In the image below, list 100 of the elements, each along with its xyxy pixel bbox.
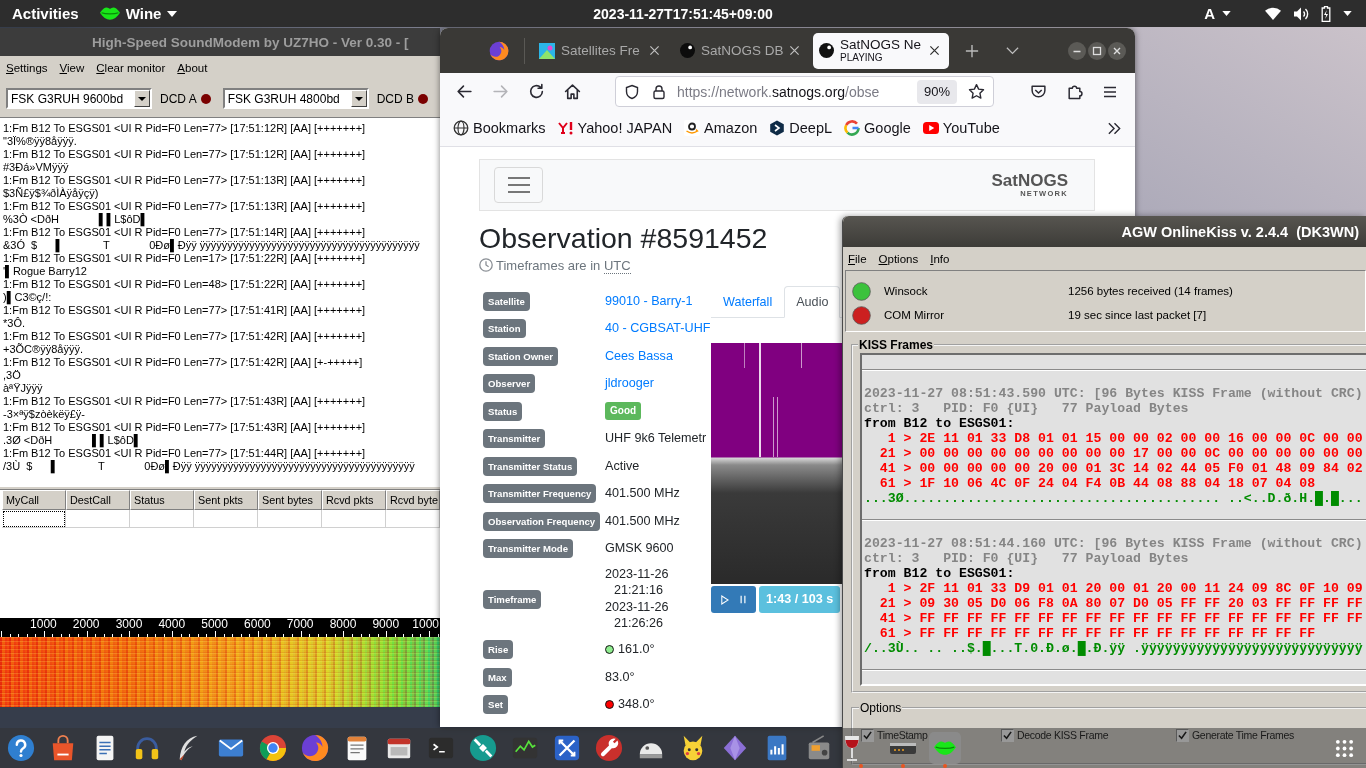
menu-item[interactable]: View bbox=[59, 62, 85, 74]
menu-item[interactable]: About bbox=[177, 62, 208, 74]
chevron-down-icon[interactable] bbox=[1006, 46, 1019, 55]
value-link[interactable]: Cees Bassa bbox=[605, 348, 673, 363]
monitor-line: 1:Fm B12 To ESGS01 <UI R Pid=F0 Len=77> [17:51:42R] [AA] [+++++++] bbox=[3, 330, 366, 343]
table-cell[interactable] bbox=[194, 510, 258, 528]
wrench-icon[interactable] bbox=[595, 734, 623, 762]
monitor-line: 1:Fm B12 To ESGS01 <UI R Pid=F0 Len=77> [17:51:13R] [AA] [+++++++] bbox=[3, 200, 366, 213]
frame-info: ctrl: 3 PID: F0 {UI} 77 Payload Bytes bbox=[864, 551, 1189, 566]
menu-item[interactable]: Settings bbox=[6, 62, 48, 74]
wifi-icon[interactable] bbox=[1265, 7, 1281, 20]
dropdown-button[interactable] bbox=[350, 90, 367, 107]
star-icon[interactable] bbox=[968, 83, 985, 100]
menu-item[interactable]: Clear monitor bbox=[96, 62, 166, 74]
close-icon[interactable] bbox=[1108, 41, 1126, 60]
column-header[interactable]: Rcvd byte bbox=[386, 490, 440, 510]
segmented-circle-icon[interactable] bbox=[259, 734, 287, 762]
menu-item[interactable]: File bbox=[848, 252, 867, 265]
value-link[interactable]: jldrooger bbox=[605, 376, 654, 391]
satellite-icon[interactable] bbox=[469, 734, 497, 762]
minimize-icon[interactable] bbox=[1068, 41, 1086, 60]
fox-globe-icon[interactable] bbox=[489, 40, 509, 61]
back-icon[interactable] bbox=[455, 83, 473, 100]
monitor-line: &3Ó $ ▌ T 0Ðø▌Ðÿÿ ÿÿÿÿÿÿÿÿÿÿÿÿÿÿÿÿÿÿÿÿÿÿÿÿÿÿÿÿÿÿÿÿÿÿÿÿÿÿÿÿ bbox=[3, 239, 420, 252]
monitor-line: -3×ªÿ$zòèkëÿ£ÿ- bbox=[3, 408, 86, 421]
value-link[interactable]: 40 - CGBSAT-UHF bbox=[605, 321, 711, 336]
column-header[interactable]: Sent pkts bbox=[194, 490, 258, 510]
dropdown-button[interactable] bbox=[134, 90, 150, 107]
frequency-label: 9000 bbox=[372, 617, 400, 631]
crossed-arrows-icon[interactable] bbox=[553, 734, 581, 762]
modem-icon[interactable] bbox=[889, 741, 917, 755]
fox-globe-icon[interactable] bbox=[301, 734, 329, 762]
mode-dropdown[interactable]: FSK G3RUH 4800bd bbox=[222, 88, 369, 109]
frame-info: ctrl: 3 PID: F0 {UI} 77 Payload Bytes bbox=[864, 401, 1189, 416]
help-icon[interactable] bbox=[7, 734, 35, 762]
column-header[interactable]: Rcvd pkts bbox=[322, 490, 386, 510]
clock[interactable]: 2023-11-27T17:51:45+09:00 bbox=[593, 5, 773, 22]
close-icon[interactable] bbox=[789, 45, 800, 56]
table-cell[interactable] bbox=[322, 510, 386, 528]
column-header[interactable]: Sent bytes bbox=[258, 490, 322, 510]
close-icon[interactable] bbox=[929, 45, 940, 56]
home-icon[interactable] bbox=[563, 83, 581, 100]
play-pause-button[interactable] bbox=[711, 586, 756, 613]
menu-item[interactable]: Info bbox=[930, 252, 950, 265]
checkbox[interactable] bbox=[861, 728, 874, 742]
gem-icon[interactable] bbox=[721, 734, 749, 762]
double-chevron-icon[interactable] bbox=[1107, 120, 1122, 136]
maximize-icon[interactable] bbox=[1088, 41, 1106, 60]
plus-icon[interactable] bbox=[965, 43, 979, 58]
field-label: Satellite bbox=[483, 291, 530, 311]
bookmark-link[interactable]: Yahoo! JAPAN bbox=[557, 120, 673, 136]
browser-tab[interactable]: Satellites Fre bbox=[539, 32, 666, 69]
mode-dropdown[interactable]: FSK G3RUH 9600bd bbox=[6, 88, 152, 109]
media-tab[interactable]: Waterfall bbox=[711, 286, 785, 318]
lock-icon[interactable] bbox=[651, 83, 667, 100]
table-cell[interactable] bbox=[130, 510, 194, 528]
close-icon[interactable] bbox=[649, 45, 660, 56]
bookmark-link[interactable]: YouTube bbox=[922, 120, 1000, 136]
battery-icon[interactable] bbox=[1321, 5, 1331, 22]
field-value: 161.0° bbox=[618, 642, 655, 657]
menu-button[interactable] bbox=[494, 167, 543, 203]
led-icon bbox=[418, 93, 428, 104]
table-cell[interactable] bbox=[66, 510, 130, 528]
table-cell[interactable] bbox=[258, 510, 322, 528]
bookmark-link[interactable]: DeepL bbox=[769, 120, 833, 136]
menu-item[interactable]: Options bbox=[878, 252, 919, 265]
monitor-line: 1:Fm B12 To ESGS01 <UI R Pid=F0 Len=77> [17:51:12R] [AA] [+++++++] bbox=[3, 122, 366, 135]
puzzle-piece-icon[interactable] bbox=[1066, 83, 1083, 100]
activities-button[interactable]: Activities bbox=[12, 5, 79, 22]
play-logo-icon bbox=[922, 120, 939, 136]
wine-glass-icon[interactable] bbox=[844, 734, 860, 762]
column-header[interactable]: MyCall bbox=[2, 490, 66, 510]
browser-tab[interactable]: SatNOGS DB bbox=[675, 32, 806, 69]
bookmark-link[interactable]: Bookmarks bbox=[453, 120, 546, 136]
zoom-level-button[interactable]: 90% bbox=[916, 79, 957, 104]
column-header[interactable]: Status bbox=[130, 490, 194, 510]
column-header[interactable]: DestCall bbox=[66, 490, 130, 510]
app-grid-icon[interactable] bbox=[1335, 739, 1354, 758]
frame-route: from B12 to ESGS01: bbox=[864, 416, 1015, 431]
checkbox[interactable] bbox=[1001, 728, 1014, 742]
reload-icon[interactable] bbox=[527, 83, 545, 100]
media-tab[interactable]: Audio bbox=[784, 286, 841, 318]
caret-icon bbox=[167, 10, 178, 17]
frequency-label: 7000 bbox=[286, 617, 314, 631]
input-source-button[interactable]: A bbox=[1204, 5, 1231, 22]
address-bar[interactable]: https://network.satnogs.org/obse 90% bbox=[615, 76, 994, 107]
value-link[interactable]: 99010 - Barry-1 bbox=[605, 293, 693, 308]
checkbox[interactable] bbox=[1176, 728, 1189, 742]
app-menu-button[interactable]: Wine bbox=[99, 5, 178, 22]
checkbox-label: Decode KISS Frame bbox=[1017, 728, 1109, 742]
table-cell[interactable] bbox=[2, 510, 66, 528]
bookmark-link[interactable]: Google bbox=[844, 120, 911, 136]
ascii-dump-line: ...3Ø........................................ ..<..D.ð.H.█.█... bbox=[864, 491, 1363, 506]
chevron-shield-icon[interactable] bbox=[1030, 83, 1047, 100]
caret-icon[interactable] bbox=[1343, 11, 1352, 16]
bookmark-link[interactable]: Amazon bbox=[684, 120, 758, 136]
headphones-icon[interactable] bbox=[133, 734, 161, 762]
browser-tab[interactable]: SatNOGS Ne PLAYING bbox=[813, 32, 949, 69]
shield-icon[interactable] bbox=[624, 83, 640, 100]
volume-icon[interactable] bbox=[1293, 6, 1309, 21]
